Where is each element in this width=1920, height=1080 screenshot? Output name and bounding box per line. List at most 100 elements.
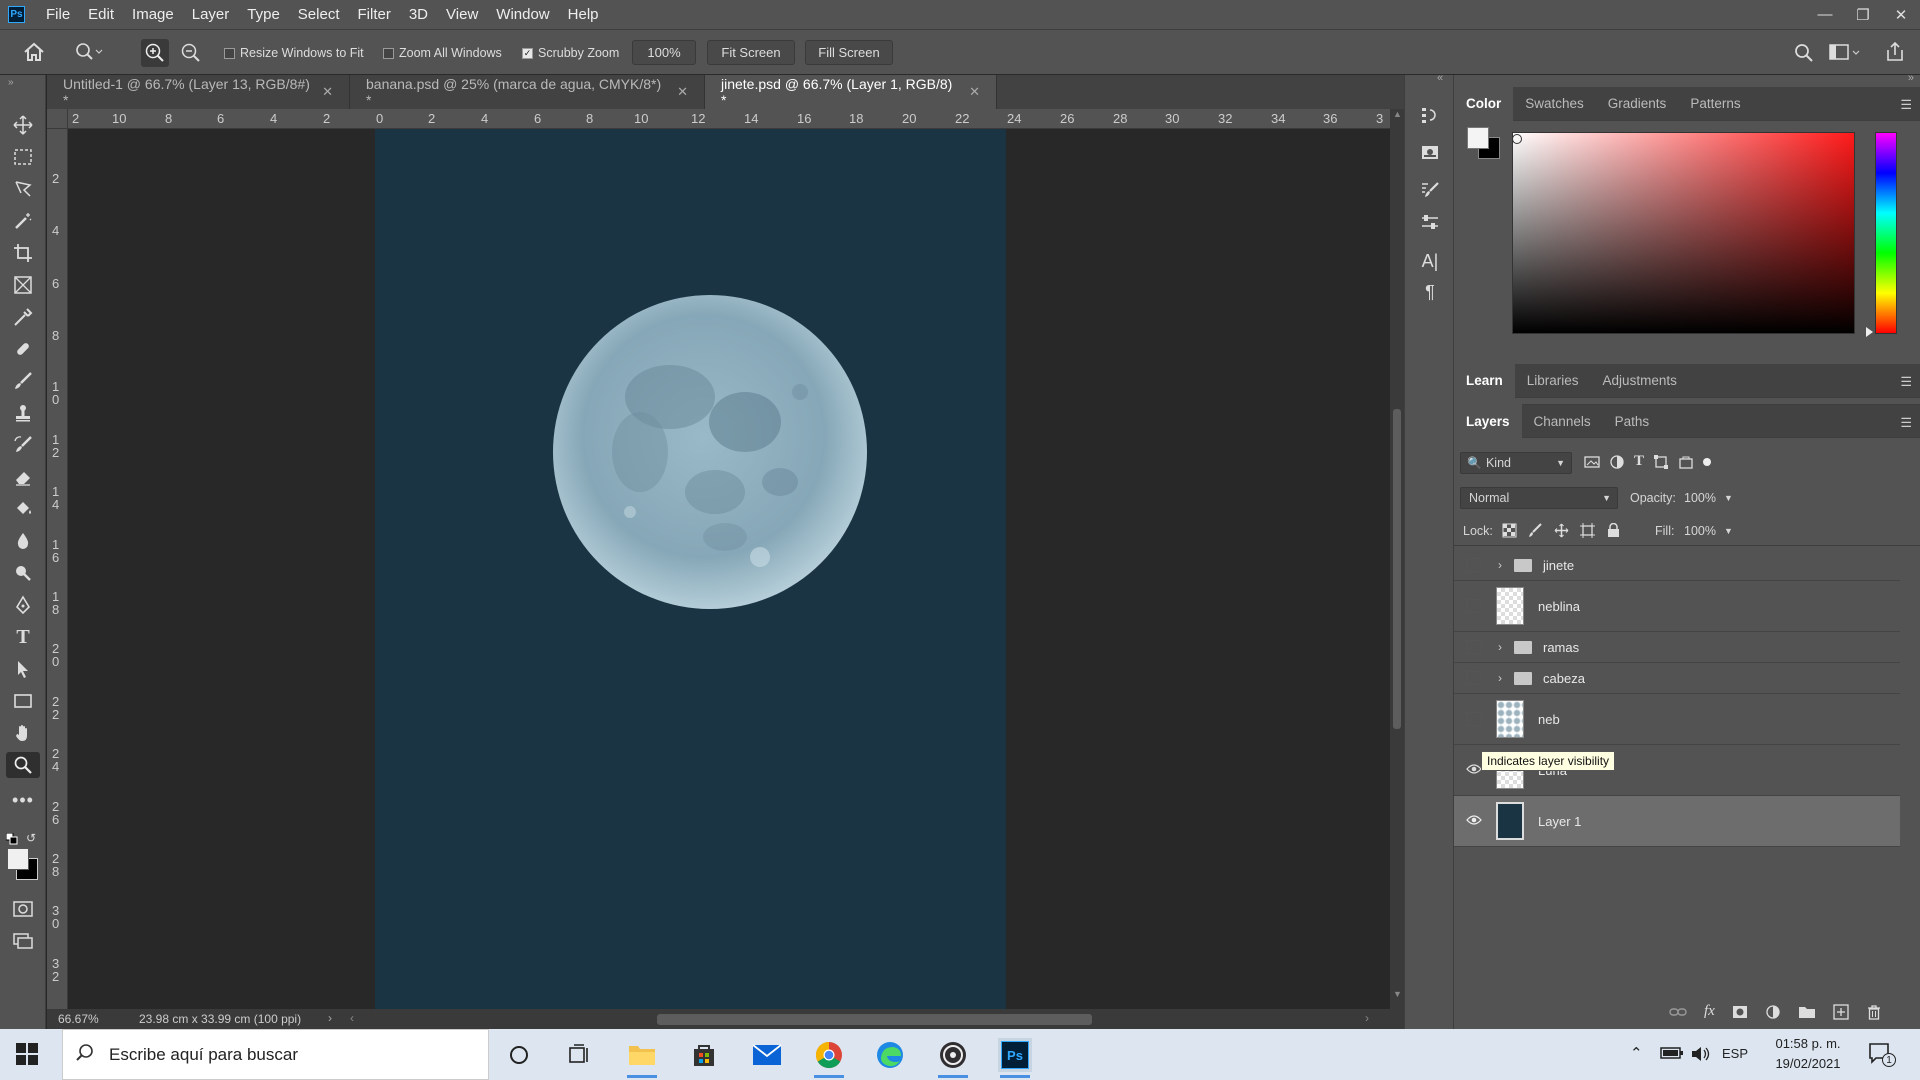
close-icon[interactable]: ✕ xyxy=(677,84,688,100)
filter-toggle-icon[interactable] xyxy=(1703,457,1712,466)
scrubby-zoom-box[interactable]: ✓ xyxy=(522,47,533,59)
tab-color[interactable]: Color xyxy=(1454,86,1514,121)
visibility-toggle[interactable] xyxy=(1466,558,1482,572)
rectangle-tool-icon[interactable] xyxy=(6,688,40,714)
menu-file[interactable]: File xyxy=(37,6,79,23)
workspace-icon[interactable] xyxy=(1829,43,1863,66)
scroll-left-icon[interactable]: ‹ xyxy=(350,1011,354,1025)
menu-filter[interactable]: Filter xyxy=(349,6,400,23)
quick-mask-icon[interactable] xyxy=(6,896,40,922)
new-layer-icon[interactable] xyxy=(1833,1003,1849,1020)
expand-group-icon[interactable]: › xyxy=(1498,640,1502,654)
search-icon[interactable] xyxy=(1793,42,1815,67)
lasso-tool-icon[interactable] xyxy=(6,176,40,202)
zoom-tool-preset-icon[interactable] xyxy=(74,42,104,65)
paint-bucket-tool-icon[interactable] xyxy=(6,496,40,522)
opacity-field[interactable]: 100% ▼ xyxy=(1684,487,1738,509)
layer-row-ramas[interactable]: › ramas xyxy=(1454,632,1900,663)
tab-paths[interactable]: Paths xyxy=(1603,404,1662,438)
lock-artboard-icon[interactable] xyxy=(1580,523,1595,538)
path-selection-tool-icon[interactable] xyxy=(6,656,40,682)
panel-menu-icon[interactable]: ☰ xyxy=(1900,415,1912,431)
menu-image[interactable]: Image xyxy=(123,6,183,23)
menu-help[interactable]: Help xyxy=(559,6,608,23)
tab-learn[interactable]: Learn xyxy=(1454,363,1515,398)
tab-patterns[interactable]: Patterns xyxy=(1678,87,1752,121)
eraser-tool-icon[interactable] xyxy=(6,464,40,490)
mail-icon[interactable] xyxy=(750,1038,784,1072)
layer-row-neb[interactable]: neb xyxy=(1454,694,1900,745)
zoom-tool-icon[interactable] xyxy=(6,752,40,778)
scroll-up-icon[interactable]: ▲ xyxy=(1393,109,1402,119)
scroll-right-icon[interactable]: › xyxy=(1365,1011,1369,1025)
tab-libraries[interactable]: Libraries xyxy=(1515,364,1591,398)
close-window-button[interactable]: ✕ xyxy=(1882,0,1920,29)
battery-icon[interactable] xyxy=(1660,1045,1684,1064)
tab-adjustments[interactable]: Adjustments xyxy=(1591,364,1689,398)
tab-channels[interactable]: Channels xyxy=(1522,404,1603,438)
history-brush-tool-icon[interactable] xyxy=(6,432,40,458)
tab-untitled-1[interactable]: Untitled-1 @ 66.7% (Layer 13, RGB/8#) * ✕ xyxy=(47,75,350,109)
zoom-out-icon[interactable] xyxy=(177,39,205,67)
lock-position-icon[interactable] xyxy=(1554,523,1569,538)
minimize-button[interactable]: — xyxy=(1806,0,1844,29)
chevron-down-icon[interactable]: ▼ xyxy=(1724,493,1733,503)
lock-transparent-pixels-icon[interactable] xyxy=(1502,523,1517,538)
scroll-down-icon[interactable]: ▼ xyxy=(1393,989,1402,999)
character-panel-icon[interactable]: A| xyxy=(1417,248,1443,274)
swap-colors-icon[interactable]: ↺ xyxy=(26,831,36,845)
shape-filter-icon[interactable] xyxy=(1653,454,1669,470)
fill-field[interactable]: 100% ▼ xyxy=(1684,520,1738,542)
tray-overflow-icon[interactable]: ⌃ xyxy=(1630,1044,1643,1062)
frame-tool-icon[interactable] xyxy=(6,272,40,298)
foreground-color-swatch[interactable] xyxy=(7,848,29,870)
new-group-icon[interactable] xyxy=(1798,1005,1816,1019)
hue-slider-handle[interactable] xyxy=(1866,327,1873,337)
restore-button[interactable]: ❐ xyxy=(1844,0,1882,29)
resize-windows-checkbox[interactable]: Resize Windows to Fit xyxy=(224,46,364,60)
default-colors-icon[interactable] xyxy=(5,832,18,848)
visibility-toggle[interactable] xyxy=(1466,712,1482,726)
vertical-scroll-thumb[interactable] xyxy=(1393,409,1401,729)
layer-row-jinete[interactable]: › jinete xyxy=(1454,550,1900,581)
canvas-area[interactable] xyxy=(68,129,1390,1009)
pen-tool-icon[interactable] xyxy=(6,592,40,618)
dodge-tool-icon[interactable] xyxy=(6,560,40,586)
add-mask-icon[interactable] xyxy=(1732,1005,1748,1019)
move-tool-icon[interactable] xyxy=(6,112,40,138)
visibility-toggle[interactable] xyxy=(1466,599,1482,613)
language-indicator[interactable]: ESP xyxy=(1722,1046,1748,1061)
zoom-all-windows-checkbox[interactable]: Zoom All Windows xyxy=(383,46,502,60)
menu-select[interactable]: Select xyxy=(289,6,349,23)
lock-all-icon[interactable] xyxy=(1606,523,1621,538)
collapse-toolbox-icon[interactable]: » xyxy=(8,77,14,88)
clock[interactable]: 01:58 p. m. 19/02/2021 xyxy=(1765,1034,1851,1074)
healing-brush-tool-icon[interactable] xyxy=(6,336,40,362)
status-menu-arrow-icon[interactable]: › xyxy=(328,1011,332,1025)
windows-start-icon[interactable] xyxy=(16,1043,38,1068)
zoom-level[interactable]: 66.67% xyxy=(58,1012,99,1026)
tab-jinete[interactable]: jinete.psd @ 66.7% (Layer 1, RGB/8) * ✕ xyxy=(705,75,997,109)
home-icon[interactable] xyxy=(22,41,46,66)
smart-object-filter-icon[interactable] xyxy=(1678,454,1694,470)
menu-type[interactable]: Type xyxy=(238,6,289,23)
document-canvas[interactable] xyxy=(375,129,1006,1009)
lock-image-pixels-icon[interactable] xyxy=(1528,523,1543,538)
file-explorer-icon[interactable] xyxy=(625,1038,659,1078)
color-picker-cursor[interactable] xyxy=(1512,134,1522,144)
chrome-icon[interactable] xyxy=(812,1038,846,1078)
zoom-percent-field[interactable]: 100% xyxy=(632,40,696,65)
microsoft-store-icon[interactable] xyxy=(687,1038,721,1072)
expand-group-icon[interactable]: › xyxy=(1498,558,1502,572)
expand-panels-icon[interactable]: « xyxy=(1437,72,1443,84)
menu-window[interactable]: Window xyxy=(487,6,558,23)
menu-layer[interactable]: Layer xyxy=(183,6,239,23)
cortana-icon[interactable] xyxy=(502,1038,536,1072)
pixel-filter-icon[interactable] xyxy=(1584,454,1600,470)
visibility-toggle[interactable] xyxy=(1466,671,1482,685)
tab-gradients[interactable]: Gradients xyxy=(1596,87,1679,121)
type-filter-icon[interactable]: T xyxy=(1634,453,1644,470)
link-layers-icon[interactable] xyxy=(1669,1006,1687,1018)
hue-slider[interactable] xyxy=(1875,132,1897,334)
layer-row-layer-1[interactable]: Layer 1 xyxy=(1454,796,1900,847)
